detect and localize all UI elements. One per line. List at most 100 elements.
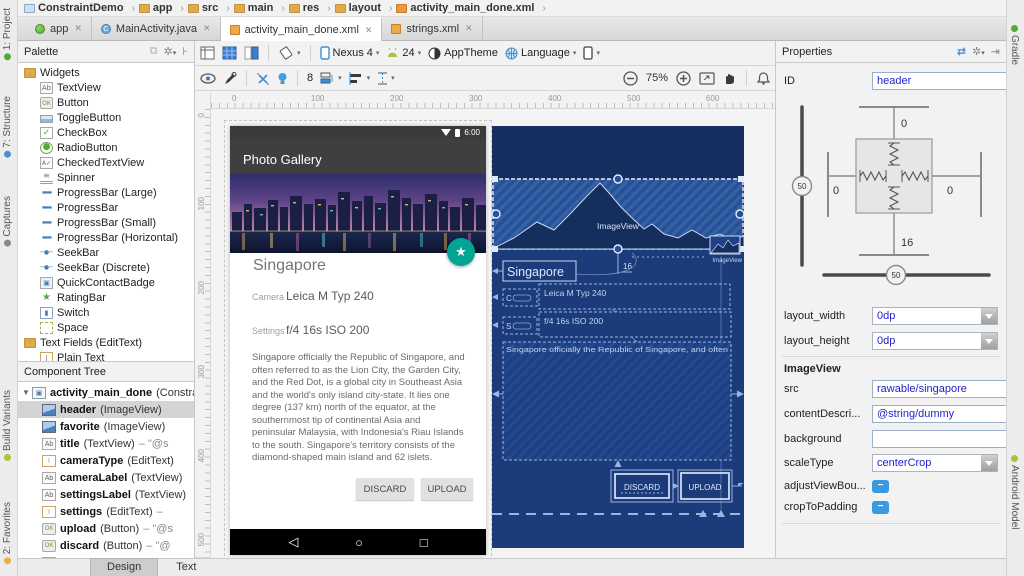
properties-gear-icon[interactable]: ✲▾ [972, 45, 985, 58]
palette-item-seekbar-discrete-[interactable]: ─●─SeekBar (Discrete) [18, 260, 194, 275]
palette-item-togglebutton[interactable]: ToggleButton [18, 110, 194, 125]
properties-dock-icon[interactable]: ⇥ [991, 45, 1000, 58]
tool-window-button-1-project[interactable]: 1: Project [2, 8, 13, 63]
pan-hand-icon[interactable] [723, 71, 736, 85]
clear-constraints-icon[interactable] [256, 72, 270, 85]
tab-text[interactable]: Text [160, 559, 212, 576]
background-input[interactable] [872, 430, 1006, 448]
pack-icon[interactable]: ▾ [320, 72, 342, 85]
header-image[interactable] [230, 174, 486, 253]
breadcrumb-item-res[interactable]: res [289, 2, 320, 14]
tool-window-button-android-model[interactable]: Android Model [1009, 452, 1020, 529]
layout-height-combo[interactable]: 0dp [872, 332, 998, 350]
palette-gear-icon[interactable]: ✲▾ [164, 45, 177, 58]
default-margin-value[interactable]: 8 [307, 72, 313, 84]
tool-window-button-build-variants[interactable]: Build Variants [2, 390, 13, 464]
design-surface-icon[interactable] [200, 46, 215, 60]
tool-window-button-gradle[interactable]: Gradle [1009, 22, 1020, 65]
blueprint-description-textview[interactable]: Singapore officially the Republic of Sin… [492, 342, 744, 467]
combo-arrow-icon[interactable] [981, 333, 997, 349]
id-input[interactable] [872, 72, 1006, 90]
file-tab-mainactivity-java[interactable]: CMainActivity.java✕ [92, 17, 221, 40]
tree-item-settings[interactable]: Isettings(EditText)– [18, 503, 194, 520]
zoom-out-button[interactable] [623, 71, 638, 86]
autoconnect-pencil-icon[interactable] [223, 72, 237, 85]
notifications-bell-icon[interactable] [757, 71, 770, 85]
blueprint-favorite-imageview[interactable]: ImageView [710, 236, 743, 264]
camera-value[interactable]: Leica M Typ 240 [286, 289, 374, 303]
palette-item-progressbar-horizontal-[interactable]: ▬▬ProgressBar (Horizontal) [18, 230, 194, 245]
scale-type-combo[interactable]: centerCrop [872, 454, 998, 472]
virtual-device-icon[interactable]: ▾ [583, 46, 600, 60]
palette-item-textview[interactable]: AbTextView [18, 80, 194, 95]
breadcrumb-item-main[interactable]: main [234, 2, 274, 14]
breadcrumb-item-src[interactable]: src [188, 2, 219, 14]
crop-to-padding-toggle[interactable]: − [872, 501, 889, 514]
blueprint-header-imageview[interactable]: ImageView [492, 175, 744, 253]
zoom-in-button[interactable] [676, 71, 691, 86]
palette-item-progressbar-large-[interactable]: ▬▬ProgressBar (Large) [18, 185, 194, 200]
file-tab-app[interactable]: app✕ [26, 17, 92, 40]
palette-item-progressbar[interactable]: ▬▬ProgressBar [18, 200, 194, 215]
palette-item-checkbox[interactable]: ✓CheckBox [18, 125, 194, 140]
palette-item-radiobutton[interactable]: ●RadioButton [18, 140, 194, 155]
nav-recents-icon[interactable]: □ [420, 535, 428, 550]
palette-copy-icon[interactable]: ⧉ [150, 45, 158, 58]
combo-arrow-icon[interactable] [981, 308, 997, 324]
file-tab-activity_main_done-xml[interactable]: activity_main_done.xml✕ [221, 17, 383, 41]
tool-window-button-7-structure[interactable]: 7: Structure [2, 96, 13, 161]
layout-width-combo[interactable]: 0dp [872, 307, 998, 325]
combo-arrow-icon[interactable] [981, 455, 997, 471]
zoom-fit-button[interactable] [699, 72, 715, 85]
tree-item-favorite[interactable]: favorite(ImageView) [18, 418, 194, 435]
orientation-icon[interactable]: ▾ [278, 46, 301, 60]
adjust-view-bounds-toggle[interactable]: − [872, 480, 889, 493]
src-input[interactable] [872, 380, 1006, 398]
palette-group-widgets[interactable]: Widgets [18, 65, 194, 80]
palette-item-switch[interactable]: ▮Switch [18, 305, 194, 320]
nav-back-icon[interactable]: ◁ [288, 534, 298, 550]
content-description-input[interactable] [872, 405, 1006, 423]
tool-window-button-2-favorites[interactable]: 2: Favorites [2, 502, 13, 567]
discard-button[interactable]: DISCARD [356, 478, 414, 500]
breadcrumb-item-app[interactable]: app [139, 2, 173, 14]
properties-swap-icon[interactable]: ⇄ [957, 45, 966, 58]
tree-item-cameraLabel[interactable]: AbcameraLabel(TextView) [18, 469, 194, 486]
palette-item-plain-text[interactable]: IPlain Text [18, 350, 194, 361]
palette-dock-icon[interactable]: ⊦ [182, 45, 188, 58]
breadcrumb-item-layout[interactable]: layout [335, 2, 381, 14]
photo-title[interactable]: Singapore [253, 257, 326, 275]
api-level-selector[interactable]: 24▾ [386, 47, 421, 59]
tree-item-root[interactable]: ▼▣activity_main_done(ConstraintLayout) [18, 384, 194, 401]
blueprint-view[interactable]: ImageView ImageView [492, 126, 744, 548]
palette-item-quickcontactbadge[interactable]: ▣QuickContactBadge [18, 275, 194, 290]
both-surfaces-icon[interactable] [244, 46, 259, 60]
breadcrumb-item-activity_main_done-xml[interactable]: activity_main_done.xml [396, 2, 534, 14]
palette-group-text-fields-edittext-[interactable]: Text Fields (EditText) [18, 335, 194, 350]
tree-item-cameraType[interactable]: IcameraType(EditText) [18, 452, 194, 469]
palette-item-button[interactable]: OKButton [18, 95, 194, 110]
tool-window-button-captures[interactable]: Captures [2, 196, 13, 250]
favorite-fab[interactable]: ★ [447, 238, 475, 266]
file-tab-strings-xml[interactable]: strings.xml✕ [382, 17, 482, 40]
blueprint-surface-icon[interactable] [222, 46, 237, 60]
infer-constraints-bulb-icon[interactable] [277, 72, 288, 85]
constraint-inspector[interactable]: 50 0 0 0 [784, 97, 999, 285]
tree-item-settingsLabel[interactable]: AbsettingsLabel(TextView) [18, 486, 194, 503]
close-tab-icon[interactable]: ✕ [203, 23, 211, 34]
show-constraints-eye-icon[interactable] [200, 73, 216, 84]
settings-value[interactable]: f/4 16s ISO 200 [286, 323, 369, 337]
nav-home-icon[interactable]: ○ [355, 535, 363, 550]
palette-item-ratingbar[interactable]: ★RatingBar [18, 290, 194, 305]
align-icon[interactable]: ▾ [349, 72, 371, 85]
collapse-arrow-icon[interactable]: ▼ [22, 388, 32, 397]
device-selector[interactable]: Nexus 4▾ [320, 46, 380, 60]
theme-selector[interactable]: AppTheme [428, 47, 498, 60]
palette-item-checkedtextview[interactable]: A✓CheckedTextView [18, 155, 194, 170]
palette-item-space[interactable]: Space [18, 320, 194, 335]
tree-item-discard[interactable]: OKdiscard(Button)– "@ [18, 537, 194, 554]
description-text[interactable]: Singapore officially the Republic of Sin… [252, 352, 466, 465]
tree-item-header[interactable]: header(ImageView) [18, 401, 194, 418]
close-tab-icon[interactable]: ✕ [365, 25, 373, 36]
palette-item-spinner[interactable]: ≡Spinner [18, 170, 194, 185]
